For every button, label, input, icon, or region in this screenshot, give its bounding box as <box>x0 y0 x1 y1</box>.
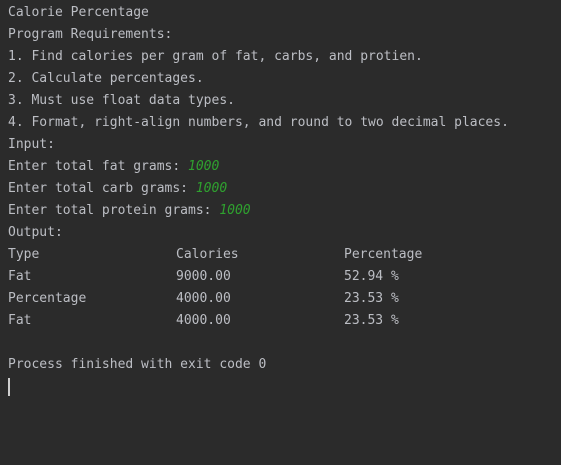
exit-message: Process finished with exit code 0 <box>8 357 267 372</box>
input-header: Input: <box>8 137 55 152</box>
requirements-header: Program Requirements: <box>8 27 173 42</box>
carb-grams-prompt: Enter total carb grams: 1000 <box>8 178 561 200</box>
run-console[interactable]: Calorie Percentage Program Requirements:… <box>0 0 561 465</box>
text-cursor <box>8 377 10 396</box>
table-row: Percentage 4000.00 23.53 % <box>8 288 561 310</box>
cell-type: Fat <box>8 269 32 284</box>
carb-grams-value: 1000 <box>195 181 228 196</box>
table-row: Fat 4000.00 23.53 % <box>8 310 561 332</box>
protein-grams-prompt: Enter total protein grams: 1000 <box>8 200 561 222</box>
cell-calories: 4000.00 <box>176 291 231 306</box>
cell-calories: 4000.00 <box>176 313 231 328</box>
protein-grams-value: 1000 <box>219 203 251 218</box>
fat-grams-value: 1000 <box>188 159 220 174</box>
table-header-row: Type Calories Percentage <box>8 244 561 266</box>
column-header-type: Type <box>8 247 40 262</box>
column-header-percentage: Percentage <box>344 247 423 262</box>
cell-type: Fat <box>8 313 32 328</box>
cell-type: Percentage <box>8 291 87 306</box>
cell-calories: 9000.00 <box>176 269 231 284</box>
fat-grams-prompt: Enter total fat grams: 1000 <box>8 156 561 178</box>
prompt-label: Enter total carb grams: <box>8 181 196 196</box>
column-header-calories: Calories <box>176 247 239 262</box>
cell-percentage: 52.94 % <box>344 269 399 284</box>
prompt-label: Enter total protein grams: <box>8 203 220 218</box>
output-header: Output: <box>8 225 63 240</box>
program-title: Calorie Percentage <box>8 5 149 20</box>
cell-percentage: 23.53 % <box>344 291 399 306</box>
requirement-line: 4. Format, right-align numbers, and roun… <box>8 115 509 130</box>
table-row: Fat 9000.00 52.94 % <box>8 266 561 288</box>
input-line[interactable] <box>8 376 561 398</box>
prompt-label: Enter total fat grams: <box>8 159 189 174</box>
requirement-line: 1. Find calories per gram of fat, carbs,… <box>8 49 423 64</box>
requirement-line: 3. Must use float data types. <box>8 93 235 108</box>
requirement-line: 2. Calculate percentages. <box>8 71 204 86</box>
cell-percentage: 23.53 % <box>344 313 399 328</box>
